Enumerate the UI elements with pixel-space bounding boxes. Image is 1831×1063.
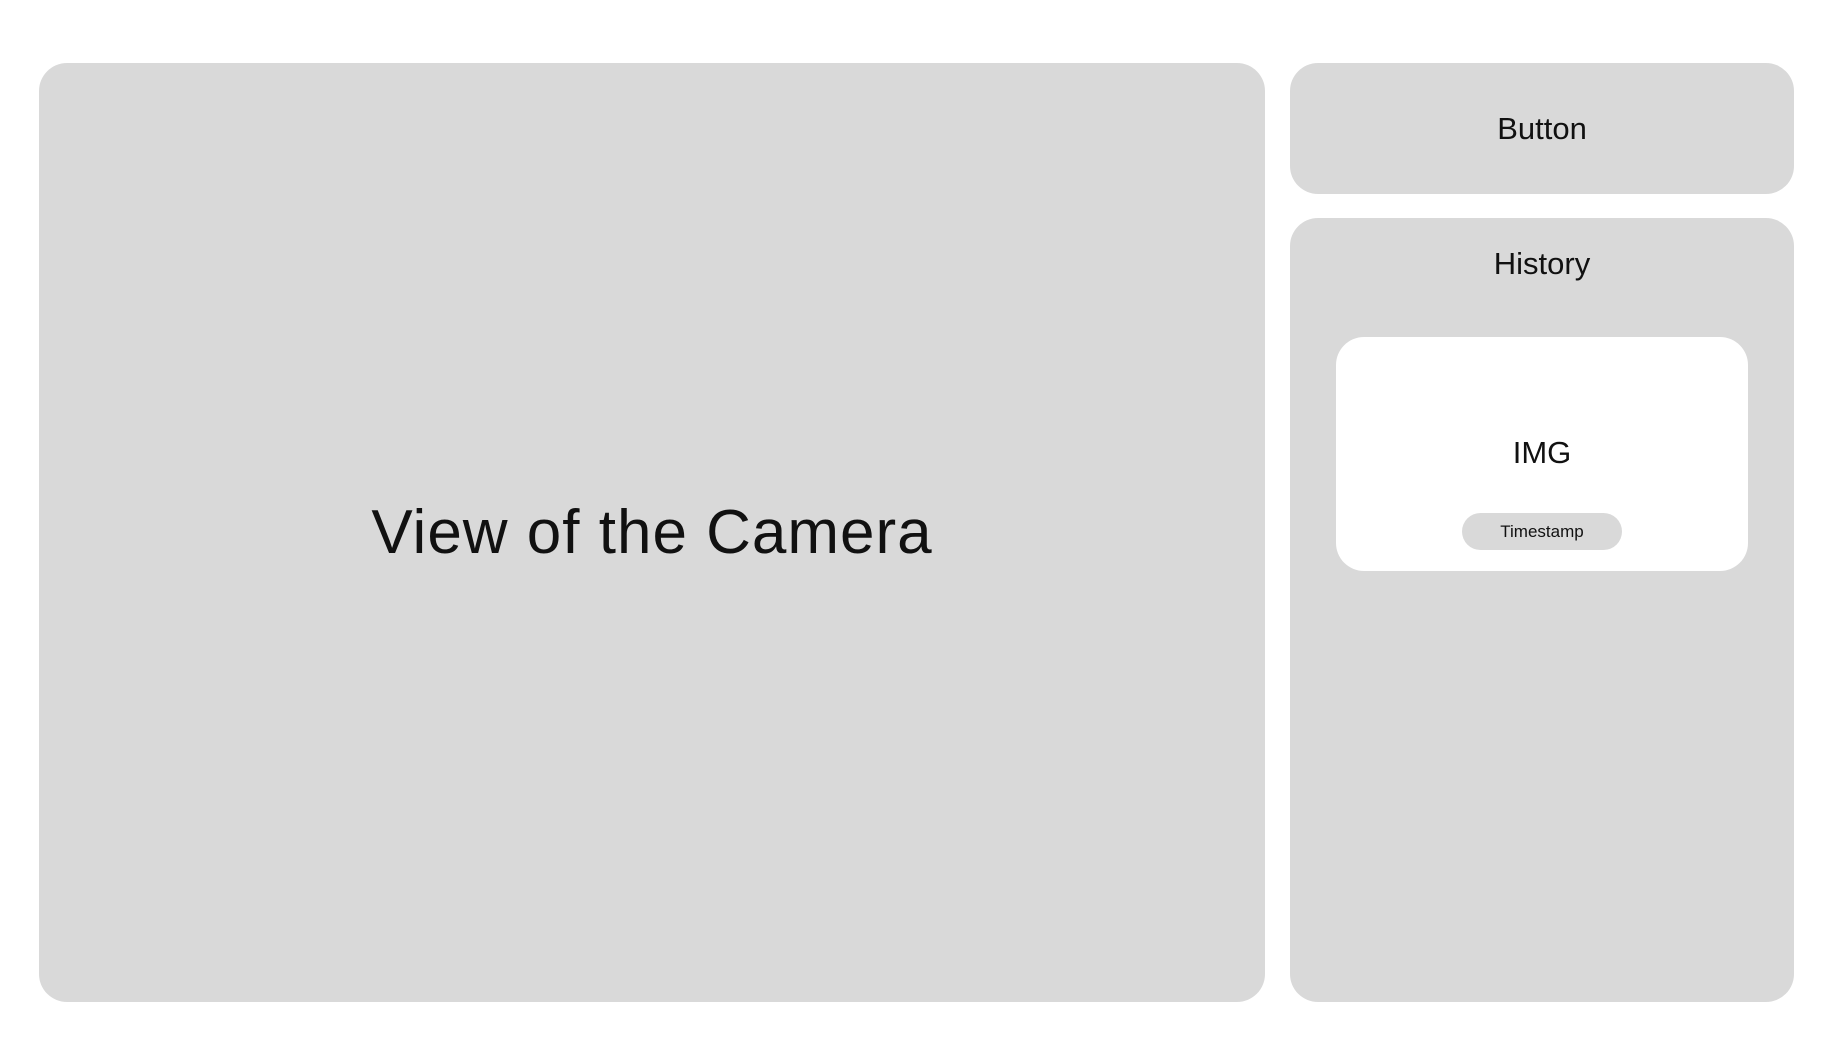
history-item-image: IMG bbox=[1512, 435, 1572, 470]
history-item-timestamp: Timestamp bbox=[1462, 513, 1622, 550]
action-button[interactable]: Button bbox=[1290, 63, 1794, 194]
history-panel: History IMG Timestamp bbox=[1290, 218, 1794, 1002]
camera-view-label: View of the Camera bbox=[371, 498, 933, 567]
history-item[interactable]: IMG Timestamp bbox=[1336, 337, 1748, 571]
camera-view[interactable]: View of the Camera bbox=[39, 63, 1265, 1002]
history-title: History bbox=[1493, 246, 1591, 281]
app-frame: View of the Camera Button History IMG Ti… bbox=[0, 0, 1831, 1063]
